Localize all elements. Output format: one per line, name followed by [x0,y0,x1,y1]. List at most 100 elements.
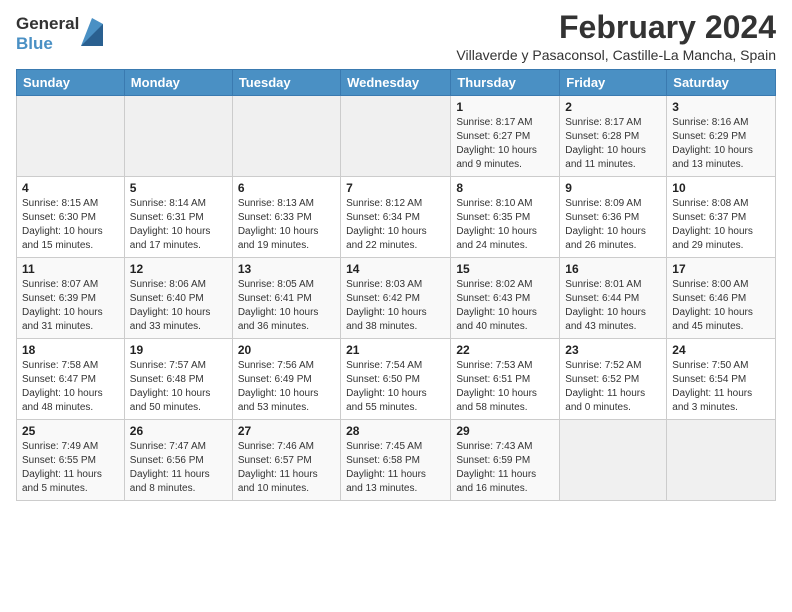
calendar-cell: 21 Sunrise: 7:54 AMSunset: 6:50 PMDayligh… [341,339,451,420]
day-info: Sunset: 6:34 PM [346,211,445,225]
day-info: Sunrise: 8:17 AM [456,116,554,130]
logo-blue: Blue [16,34,79,54]
day-info: Sunrise: 7:57 AM [130,359,227,373]
day-info: Daylight: 10 hours and 26 minutes. [565,225,661,253]
calendar-cell [667,420,776,501]
day-info: Sunset: 6:56 PM [130,454,227,468]
calendar-week-5: 25Sunrise: 7:49 AMSunset: 6:55 PMDayligh… [17,420,776,501]
day-info: Sunrise: 8:17 AM [565,116,661,130]
day-number: 18 [22,343,119,357]
day-info: Sunrise: 8:05 AM [238,278,335,292]
day-info: Sunrise: 8:14 AM [130,197,227,211]
day-info: Sunset: 6:37 PM [672,211,770,225]
calendar-table: Sunday Monday Tuesday Wednesday Thursday… [16,69,776,501]
day-info: Sunset: 6:40 PM [130,292,227,306]
day-info: Sunrise: 7:45 AM [346,440,445,454]
day-info: Sunset: 6:47 PM [22,373,119,387]
day-info: Daylight: 11 hours and 10 minutes. [238,468,335,496]
day-info: Daylight: 10 hours and 17 minutes. [130,225,227,253]
calendar-cell: 15Sunrise: 8:02 AMSunset: 6:43 PMDayligh… [451,258,560,339]
col-saturday: Saturday [667,70,776,96]
day-info: Sunset: 6:29 PM [672,130,770,144]
day-number: 10 [672,181,770,195]
day-info: Daylight: 10 hours and 13 minutes. [672,144,770,172]
day-info: Daylight: 10 hours and 50 minutes. [130,387,227,415]
day-number: 14 [346,262,445,276]
calendar-week-2: 4Sunrise: 8:15 AMSunset: 6:30 PMDaylight… [17,177,776,258]
logo-text: General Blue [16,14,79,55]
day-info: Sunset: 6:55 PM [22,454,119,468]
day-info: Sunset: 6:46 PM [672,292,770,306]
day-number: 25 [22,424,119,438]
day-number: 28 [346,424,445,438]
main-title: February 2024 [456,10,776,45]
day-info: Sunset: 6:28 PM [565,130,661,144]
header-row: Sunday Monday Tuesday Wednesday Thursday… [17,70,776,96]
calendar-cell [341,96,451,177]
day-info: Sunset: 6:31 PM [130,211,227,225]
day-number: 6 [238,181,335,195]
day-info: Sunset: 6:41 PM [238,292,335,306]
calendar-cell: 28Sunrise: 7:45 AMSunset: 6:58 PMDayligh… [341,420,451,501]
col-sunday: Sunday [17,70,125,96]
day-info: Sunrise: 7:46 AM [238,440,335,454]
day-info: Sunrise: 7:56 AM [238,359,335,373]
day-number: 7 [346,181,445,195]
calendar-cell [232,96,340,177]
day-info: Daylight: 11 hours and 13 minutes. [346,468,445,496]
day-info: Sunset: 6:35 PM [456,211,554,225]
day-info: Sunrise: 8:01 AM [565,278,661,292]
logo-icon [81,18,103,46]
calendar-cell: 17Sunrise: 8:00 AMSunset: 6:46 PMDayligh… [667,258,776,339]
logo-area: General Blue [16,10,103,55]
calendar-cell: 22Sunrise: 7:53 AMSunset: 6:51 PMDayligh… [451,339,560,420]
calendar-cell: 19Sunrise: 7:57 AMSunset: 6:48 PMDayligh… [124,339,232,420]
day-number: 2 [565,100,661,114]
day-number: 8 [456,181,554,195]
day-info: Sunrise: 7:49 AM [22,440,119,454]
day-info: Daylight: 10 hours and 33 minutes. [130,306,227,334]
day-info: Sunrise: 8:02 AM [456,278,554,292]
calendar-cell: 25 Sunrise: 7:49 AMSunset: 6:55 PMDayligh… [17,420,125,501]
day-info: Daylight: 10 hours and 36 minutes. [238,306,335,334]
day-number: 16 [565,262,661,276]
day-info: Sunset: 6:50 PM [346,373,445,387]
calendar-cell: 29Sunrise: 7:43 AMSunset: 6:59 PMDayligh… [451,420,560,501]
calendar-cell [17,96,125,177]
calendar-cell: 16Sunrise: 8:01 AMSunset: 6:44 PMDayligh… [560,258,667,339]
calendar-cell: 1Sunrise: 8:17 AMSunset: 6:27 PMDaylight… [451,96,560,177]
day-info: Daylight: 11 hours and 5 minutes. [22,468,119,496]
day-number: 21 [346,343,445,357]
day-info: Daylight: 10 hours and 45 minutes. [672,306,770,334]
day-info: Sunset: 6:27 PM [456,130,554,144]
day-info: Daylight: 10 hours and 55 minutes. [346,387,445,415]
day-info: Daylight: 11 hours and 8 minutes. [130,468,227,496]
day-info: Sunrise: 7:53 AM [456,359,554,373]
day-info: Sunset: 6:59 PM [456,454,554,468]
col-tuesday: Tuesday [232,70,340,96]
day-info: Sunset: 6:36 PM [565,211,661,225]
day-info: Daylight: 10 hours and 40 minutes. [456,306,554,334]
day-info: Sunrise: 8:06 AM [130,278,227,292]
day-info: Sunrise: 7:43 AM [456,440,554,454]
day-info: Sunrise: 7:54 AM [346,359,445,373]
day-number: 5 [130,181,227,195]
day-info: Sunrise: 7:50 AM [672,359,770,373]
day-info: Sunset: 6:57 PM [238,454,335,468]
day-info: Sunrise: 8:16 AM [672,116,770,130]
day-number: 15 [456,262,554,276]
day-number: 24 [672,343,770,357]
calendar-cell: 3Sunrise: 8:16 AMSunset: 6:29 PMDaylight… [667,96,776,177]
col-friday: Friday [560,70,667,96]
day-info: Sunrise: 7:58 AM [22,359,119,373]
calendar-cell: 26Sunrise: 7:47 AMSunset: 6:56 PMDayligh… [124,420,232,501]
calendar-cell: 7Sunrise: 8:12 AMSunset: 6:34 PMDaylight… [341,177,451,258]
calendar-week-4: 18 Sunrise: 7:58 AMSunset: 6:47 PM Dayligh… [17,339,776,420]
day-info: Sunset: 6:39 PM [22,292,119,306]
day-info: Daylight: 10 hours and 38 minutes. [346,306,445,334]
day-info: Sunset: 6:49 PM [238,373,335,387]
day-info: Sunrise: 8:08 AM [672,197,770,211]
calendar-cell: 5 Sunrise: 8:14 AMSunset: 6:31 PMDaylight… [124,177,232,258]
day-number: 19 [130,343,227,357]
calendar-cell: 24Sunrise: 7:50 AMSunset: 6:54 PMDayligh… [667,339,776,420]
